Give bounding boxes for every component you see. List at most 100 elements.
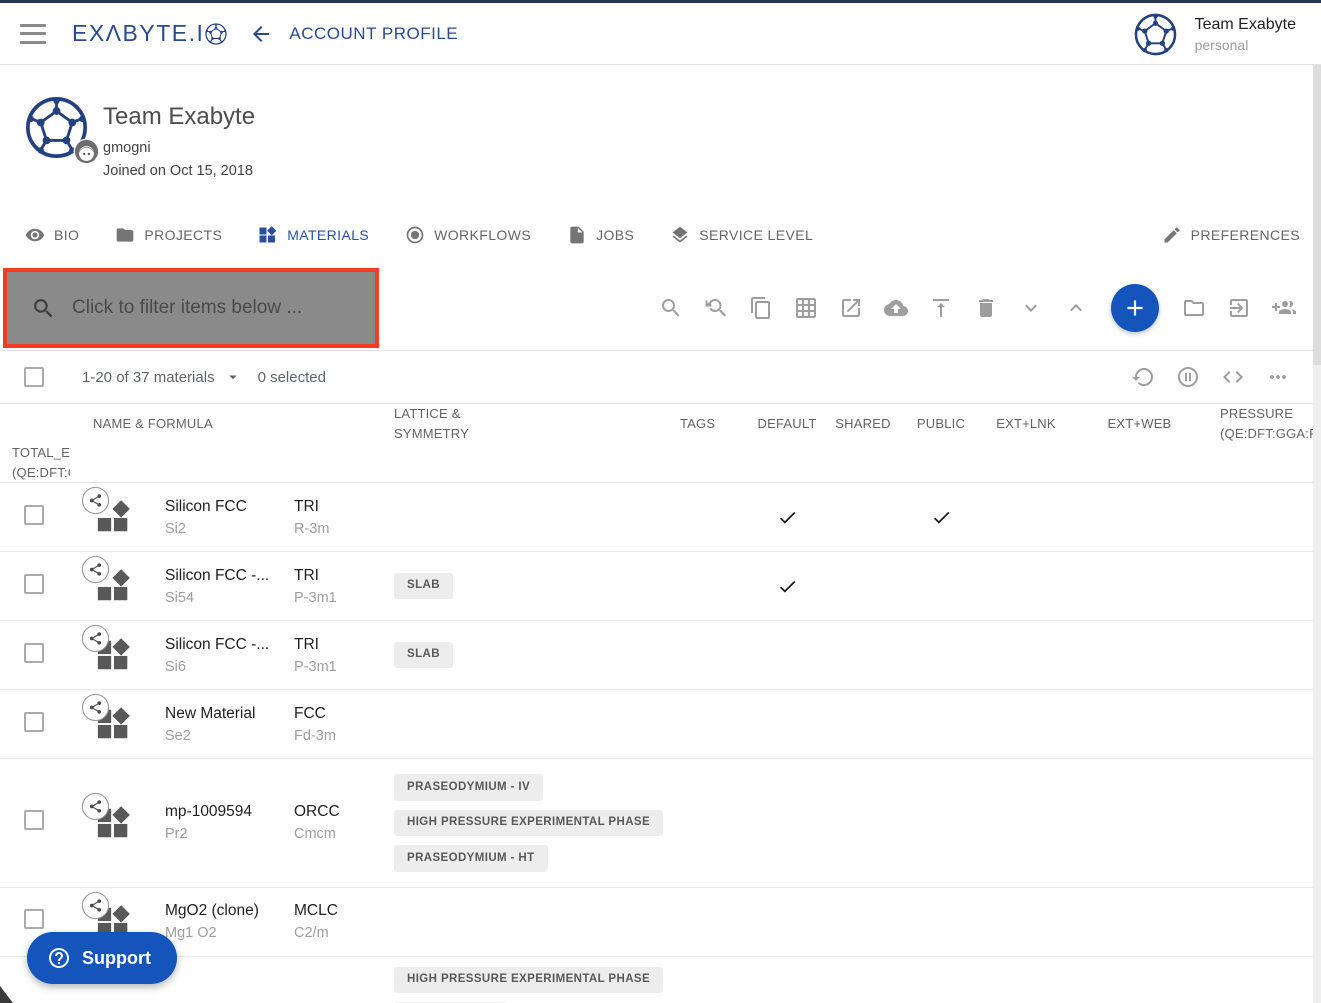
tab-bio[interactable]: BIO bbox=[25, 225, 79, 245]
share-icon bbox=[88, 631, 103, 646]
delete-icon[interactable] bbox=[974, 296, 998, 320]
tab-service-level[interactable]: SERVICE LEVEL bbox=[670, 225, 813, 245]
tab-label: PREFERENCES bbox=[1191, 227, 1300, 243]
folder-outline-icon[interactable] bbox=[1182, 296, 1206, 320]
share-badge bbox=[82, 556, 109, 583]
material-formula: Si6 bbox=[165, 659, 277, 675]
add-group-icon[interactable] bbox=[1272, 296, 1296, 320]
header-public[interactable]: PUBLIC bbox=[901, 414, 981, 434]
support-button[interactable]: Support bbox=[27, 932, 177, 984]
add-material-button[interactable] bbox=[1111, 284, 1159, 332]
import-icon[interactable] bbox=[1227, 296, 1251, 320]
header-pressure[interactable]: PRESSURE (QE:DFT:GGA:PBE) bbox=[1208, 404, 1321, 443]
tags-cell: PRASEODYMIUM - IV HIGH PRESSURE EXPERIMEN… bbox=[377, 759, 663, 887]
material-name[interactable]: Silicon FCC bbox=[165, 498, 277, 516]
tag-chip[interactable]: SLAB bbox=[394, 642, 453, 669]
tab-workflows[interactable]: WORKFLOWS bbox=[405, 225, 531, 245]
row-checkbox[interactable] bbox=[24, 574, 44, 594]
header-total-energy[interactable]: TOTAL_ENERGY (QE:DFT:GGA:PE bbox=[0, 443, 70, 482]
material-name[interactable]: Silicon FCC -... bbox=[165, 636, 277, 654]
flag-ext-lnk bbox=[901, 507, 981, 528]
user-face-badge-icon bbox=[73, 138, 100, 165]
chevron-down-icon[interactable] bbox=[1019, 296, 1043, 320]
search-icon bbox=[31, 296, 56, 321]
material-name[interactable]: Silicon FCC -... bbox=[165, 567, 277, 585]
header-tags[interactable]: TAGS bbox=[663, 414, 749, 434]
tag-chip[interactable]: PRASEODYMIUM - HT bbox=[394, 845, 548, 872]
tab-label: PROJECTS bbox=[144, 227, 222, 243]
lattice-type: MCLC bbox=[294, 902, 377, 920]
eye-icon bbox=[25, 225, 45, 245]
header-lattice[interactable]: LATTICE & SYMMETRY bbox=[377, 404, 663, 443]
symmetry-group: Cmcm bbox=[294, 826, 377, 842]
row-checkbox[interactable] bbox=[24, 505, 44, 525]
row-checkbox[interactable] bbox=[24, 810, 44, 830]
tab-preferences[interactable]: PREFERENCES bbox=[1162, 225, 1300, 245]
select-all-checkbox[interactable] bbox=[24, 367, 44, 387]
menu-icon[interactable] bbox=[20, 24, 46, 44]
material-name[interactable]: MgO2 (clone) bbox=[165, 902, 277, 920]
header-ext-lnk[interactable]: EXT+LNK bbox=[981, 414, 1071, 434]
more-horizontal-icon[interactable] bbox=[1266, 365, 1290, 389]
row-checkbox[interactable] bbox=[24, 712, 44, 732]
material-name[interactable]: mp-1009594 bbox=[165, 803, 277, 821]
material-name[interactable]: New Material bbox=[165, 705, 277, 723]
support-label: Support bbox=[82, 948, 151, 969]
selection-bar: 1-20 of 37 materials 0 selected bbox=[0, 351, 1321, 404]
tab-projects[interactable]: PROJECTS bbox=[115, 225, 222, 245]
table-row: HIGH PRESSURE EXPERIMENTAL PHASE bbox=[0, 957, 1321, 1003]
tag-chip[interactable]: HIGH PRESSURE EXPERIMENTAL PHASE bbox=[394, 810, 663, 837]
back-arrow-icon[interactable] bbox=[249, 22, 273, 46]
upload-top-icon[interactable] bbox=[929, 296, 953, 320]
table-row: mp-1009594 Pr2 ORCC Cmcm PRASEODYMIUM - … bbox=[0, 759, 1321, 888]
flag-shared bbox=[749, 576, 825, 597]
symmetry-group: C2/m bbox=[294, 925, 377, 941]
tab-materials[interactable]: MATERIALS bbox=[258, 225, 369, 245]
share-icon bbox=[88, 562, 103, 577]
share-icon bbox=[88, 493, 103, 508]
share-badge bbox=[82, 487, 109, 514]
soccer-ball-icon bbox=[205, 23, 227, 45]
account-name: Team Exabyte bbox=[1195, 16, 1296, 34]
share-badge bbox=[82, 793, 109, 820]
code-icon[interactable] bbox=[1221, 365, 1245, 389]
exabyte-logo[interactable]: EXΛBYTE.I bbox=[72, 20, 227, 47]
filter-input[interactable]: Click to filter items below ... bbox=[3, 268, 379, 348]
share-badge bbox=[82, 625, 109, 652]
pagination-dropdown[interactable]: 1-20 of 37 materials bbox=[82, 368, 242, 386]
page-title: ACCOUNT PROFILE bbox=[289, 24, 458, 44]
header-name-formula[interactable]: NAME & FORMULA bbox=[70, 414, 277, 434]
zoom-in-icon[interactable] bbox=[659, 296, 683, 320]
chevron-up-icon[interactable] bbox=[1064, 296, 1088, 320]
check-icon bbox=[931, 507, 952, 528]
tab-label: MATERIALS bbox=[287, 227, 369, 243]
lattice-type: FCC bbox=[294, 705, 377, 723]
check-icon bbox=[777, 507, 798, 528]
share-badge bbox=[82, 892, 109, 919]
share-icon bbox=[88, 799, 103, 814]
header-default[interactable]: DEFAULT bbox=[749, 414, 825, 434]
tag-chip[interactable]: HIGH PRESSURE EXPERIMENTAL PHASE bbox=[394, 967, 663, 994]
cloud-upload-icon[interactable] bbox=[884, 296, 908, 320]
logo-text: EXΛBYTE.I bbox=[72, 20, 204, 47]
row-checkbox[interactable] bbox=[24, 909, 44, 929]
tag-chip[interactable]: SLAB bbox=[394, 573, 453, 600]
tab-jobs[interactable]: JOBS bbox=[567, 225, 634, 245]
account-menu[interactable]: Team Exabyte personal bbox=[1134, 3, 1296, 65]
vertical-scrollbar[interactable] bbox=[1313, 65, 1321, 1003]
scrollbar-thumb[interactable] bbox=[1313, 65, 1321, 365]
row-checkbox[interactable] bbox=[24, 643, 44, 663]
account-avatar bbox=[1134, 13, 1177, 56]
lattice-type: TRI bbox=[294, 567, 377, 585]
copy-icon[interactable] bbox=[749, 296, 773, 320]
tags-cell: SLAB bbox=[377, 627, 663, 684]
header-ext-web[interactable]: EXT+WEB bbox=[1071, 414, 1208, 434]
header-shared[interactable]: SHARED bbox=[825, 414, 901, 434]
material-formula: Si54 bbox=[165, 590, 277, 606]
open-in-new-icon[interactable] bbox=[839, 296, 863, 320]
grid-icon[interactable] bbox=[794, 296, 818, 320]
tag-chip[interactable]: PRASEODYMIUM - IV bbox=[394, 774, 543, 801]
pause-circle-icon[interactable] bbox=[1176, 365, 1200, 389]
restore-icon[interactable] bbox=[1131, 365, 1155, 389]
zoom-history-icon[interactable] bbox=[704, 296, 728, 320]
